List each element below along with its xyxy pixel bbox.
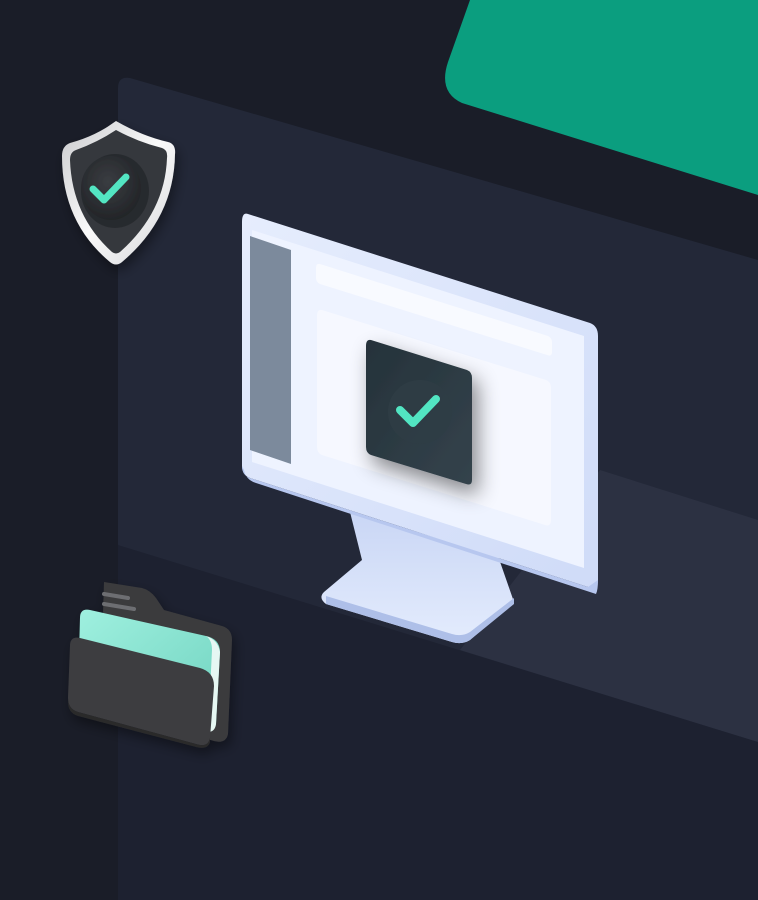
illustration-scene	[0, 0, 758, 900]
sidebar-panel	[250, 236, 291, 464]
green-accent-shape	[445, 0, 758, 195]
illustration-canvas	[62, 0, 758, 900]
